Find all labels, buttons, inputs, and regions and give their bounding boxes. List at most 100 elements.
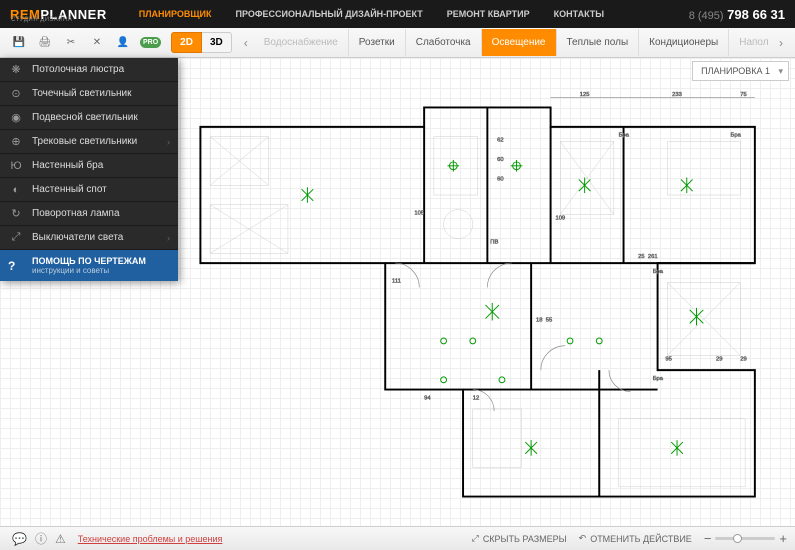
spotlight-icon: ⊙ <box>8 87 24 100</box>
svg-text:233: 233 <box>672 92 682 98</box>
sidebar-item-label: Точечный светильник <box>32 88 132 99</box>
zoom-out-button[interactable]: − <box>704 531 712 546</box>
svg-text:Бра: Бра <box>619 133 630 139</box>
phone-main: 798 66 31 <box>724 7 785 22</box>
tools-icon[interactable]: ✕ <box>86 32 108 54</box>
sidebar-item-label: Настенный бра <box>32 160 103 171</box>
nav-renovation[interactable]: РЕМОНТ КВАРТИР <box>447 9 530 19</box>
tab-lowvoltage[interactable]: Слаботочка <box>406 29 482 56</box>
undo-button[interactable]: ↶ ОТМЕНИТЬ ДЕЙСТВИЕ <box>579 533 692 544</box>
info-icon[interactable]: ⓘ <box>35 530 47 547</box>
sidebar-help[interactable]: ? ПОМОЩЬ ПО ЧЕРТЕЖАМ инструкции и советы <box>0 250 178 281</box>
measure-icon[interactable]: ✂ <box>60 32 82 54</box>
tool-switches[interactable]: ⤢ Выключатели света › <box>0 226 178 250</box>
chandelier-icon: ❋ <box>8 63 24 76</box>
view-toggle: 2D 3D <box>171 32 232 53</box>
svg-text:75: 75 <box>740 92 746 98</box>
svg-text:55: 55 <box>546 317 552 323</box>
svg-text:125: 125 <box>580 92 590 98</box>
tab-sockets[interactable]: Розетки <box>349 29 406 56</box>
app-header: REMPLANNER СТУДИЯ ДИЗАЙНА ПЛАНИРОВЩИК ПР… <box>0 0 795 28</box>
warning-icon[interactable]: ⚠ <box>55 532 66 546</box>
workspace: ПЛАНИРОВКА 1 ❋ Потолочная люстра ⊙ Точечны… <box>0 58 795 526</box>
sidebar-item-label: Настенный спот <box>32 184 107 195</box>
tools-sidebar: ❋Потолочная люстра ⊙Точечный светильник … <box>0 58 178 281</box>
svg-text:29: 29 <box>740 356 746 362</box>
tab-flooring[interactable]: Напол <box>729 29 773 56</box>
statusbar: 💬 ⓘ ⚠ Технические проблемы и решения ⤢ С… <box>0 526 795 550</box>
chevron-right-icon: › <box>167 137 170 147</box>
view-2d-button[interactable]: 2D <box>171 32 202 53</box>
svg-text:95: 95 <box>665 356 671 362</box>
wallspot-icon: ◐ <box>8 184 24 196</box>
pro-badge[interactable]: PRO <box>140 37 161 48</box>
svg-text:25: 25 <box>638 254 644 260</box>
tool-spotlight[interactable]: ⊙ Точечный светильник <box>0 82 178 106</box>
view-3d-button[interactable]: 3D <box>202 32 232 53</box>
svg-text:Бра: Бра <box>653 269 664 275</box>
floorplan-canvas[interactable]: 125 233 75 105 111 109 261 18 55 95 29 9… <box>180 88 785 516</box>
tabs-scroll-right[interactable]: › <box>773 31 789 55</box>
tool-pendant[interactable]: ◉ Подвесной светильник <box>0 106 178 130</box>
zoom-thumb[interactable] <box>733 534 742 543</box>
svg-text:105: 105 <box>414 210 424 216</box>
nav-planner[interactable]: ПЛАНИРОВЩИК <box>139 9 212 19</box>
sidebar-item-label: Трековые светильники <box>32 136 137 147</box>
logo-subtitle: СТУДИЯ ДИЗАЙНА <box>11 17 72 23</box>
sidebar-item-label: Потолочная люстра <box>32 64 124 75</box>
zoom-slider[interactable] <box>715 537 775 540</box>
pendant-icon: ◉ <box>8 111 24 124</box>
tool-track-lights[interactable]: ⊕ Трековые светильники › <box>0 130 178 154</box>
sidebar-item-label: Поворотная лампа <box>32 208 120 219</box>
logo[interactable]: REMPLANNER СТУДИЯ ДИЗАЙНА <box>10 7 107 22</box>
swivel-icon: ↻ <box>8 207 24 220</box>
print-icon[interactable]: 🖨 <box>34 32 56 54</box>
tool-wall-spot[interactable]: ◐ Настенный спот <box>0 178 178 202</box>
undo-icon: ↶ <box>579 533 587 544</box>
svg-text:18: 18 <box>536 317 542 323</box>
dimensions-icon: ⤢ <box>472 533 479 544</box>
sidebar-item-label: Выключатели света <box>32 232 123 243</box>
hide-dims-label: СКРЫТЬ РАЗМЕРЫ <box>483 534 567 544</box>
tech-issues-link[interactable]: Технические проблемы и решения <box>78 534 223 544</box>
svg-text:Бра: Бра <box>731 133 742 139</box>
svg-text:29: 29 <box>716 356 722 362</box>
zoom-in-button[interactable]: + <box>779 531 787 546</box>
tabs-container: Водоснабжение Розетки Слаботочка Освещен… <box>254 29 773 56</box>
tool-ceiling-chandelier[interactable]: ❋ Потолочная люстра <box>0 58 178 82</box>
nav-design-project[interactable]: ПРОФЕССИОНАЛЬНЫЙ ДИЗАЙН-ПРОЕКТ <box>236 9 423 19</box>
sconce-icon: Ю <box>8 160 24 172</box>
tab-floorheat[interactable]: Теплые полы <box>557 29 640 56</box>
nav-contacts[interactable]: КОНТАКТЫ <box>554 9 604 19</box>
svg-text:94: 94 <box>424 395 431 401</box>
help-title: ПОМОЩЬ ПО ЧЕРТЕЖАМ <box>32 256 146 266</box>
zoom-control: − + <box>704 531 787 546</box>
phone-prefix: 8 (495) <box>689 10 724 22</box>
tab-ac[interactable]: Кондиционеры <box>639 29 729 56</box>
svg-text:Бра: Бра <box>653 376 664 382</box>
tab-water[interactable]: Водоснабжение <box>254 29 349 56</box>
svg-text:60: 60 <box>497 176 504 182</box>
help-icon: ? <box>8 259 24 273</box>
layout-dropdown[interactable]: ПЛАНИРОВКА 1 <box>692 61 789 81</box>
help-subtitle: инструкции и советы <box>32 266 146 275</box>
chevron-right-icon: › <box>167 233 170 243</box>
hide-dimensions-button[interactable]: ⤢ СКРЫТЬ РАЗМЕРЫ <box>472 533 567 544</box>
sidebar-item-label: Подвесной светильник <box>32 112 138 123</box>
track-icon: ⊕ <box>8 135 24 148</box>
svg-text:60: 60 <box>497 157 504 163</box>
svg-text:261: 261 <box>648 254 658 260</box>
tab-lighting[interactable]: Освещение <box>482 29 557 56</box>
chat-icon[interactable]: 💬 <box>12 532 27 546</box>
svg-text:111: 111 <box>392 279 401 285</box>
switch-icon: ⤢ <box>8 231 24 244</box>
toolbar: 💾 🖨 ✂ ✕ 👤 PRO 2D 3D ‹ Водоснабжение Розе… <box>0 28 795 58</box>
tool-swivel-lamp[interactable]: ↻ Поворотная лампа <box>0 202 178 226</box>
tabs-scroll-left[interactable]: ‹ <box>238 31 254 55</box>
user-icon[interactable]: 👤 <box>112 32 134 54</box>
undo-label: ОТМЕНИТЬ ДЕЙСТВИЕ <box>590 534 692 544</box>
svg-text:ПВ: ПВ <box>490 240 498 246</box>
svg-text:12: 12 <box>473 395 479 401</box>
tool-wall-sconce[interactable]: Ю Настенный бра <box>0 154 178 178</box>
save-icon[interactable]: 💾 <box>8 32 30 54</box>
